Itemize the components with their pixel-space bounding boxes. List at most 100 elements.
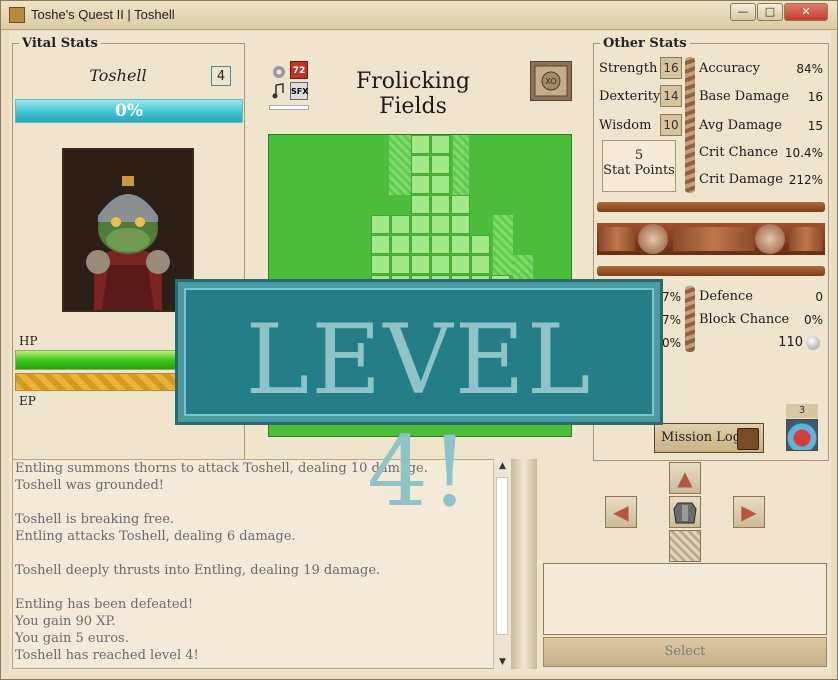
- player-name: Toshell: [89, 66, 147, 85]
- calendar-icon[interactable]: 72: [290, 61, 308, 79]
- map-tile: [411, 195, 430, 214]
- map-tile: [411, 175, 430, 194]
- mission-log-button[interactable]: Mission Log: [654, 423, 764, 453]
- map-tile: [411, 215, 430, 234]
- map-tile: [451, 235, 470, 254]
- defence-value: 0: [815, 290, 823, 304]
- strength-value[interactable]: 16: [660, 57, 682, 79]
- other-stats-legend: Other Stats: [600, 36, 690, 51]
- move-right-button[interactable]: ▶: [733, 496, 765, 528]
- stat-points-count: 5: [634, 148, 644, 163]
- level-up-text: LEVEL 4!: [245, 304, 593, 528]
- minimize-button[interactable]: —: [730, 3, 756, 21]
- wisdom-label: Wisdom: [599, 118, 652, 133]
- sfx-toggle-icon[interactable]: SFX: [290, 82, 308, 100]
- gear-icon[interactable]: [270, 63, 288, 81]
- medallion-icon: [638, 224, 668, 254]
- ornament-panel: [789, 227, 823, 251]
- log-line: Entling attacks Toshell, dealing 6 damag…: [15, 529, 296, 544]
- map-tile: [431, 255, 450, 274]
- base-damage-value: 16: [807, 90, 823, 104]
- window-title: Toshe's Quest II | Toshell: [31, 7, 175, 22]
- map-fringe: [493, 215, 513, 275]
- maximize-button[interactable]: □: [757, 3, 783, 21]
- rope-divider: [685, 286, 695, 352]
- dexterity-value[interactable]: 14: [660, 85, 682, 107]
- vital-stats-legend: Vital Stats: [19, 36, 101, 51]
- level-up-banner-inner: LEVEL 4!: [184, 288, 654, 528]
- map-tile: [411, 235, 430, 254]
- crit-chance-label: Crit Chance: [699, 145, 779, 160]
- map-tile: [451, 215, 470, 234]
- map-fringe: [453, 135, 469, 195]
- select-button[interactable]: Select: [543, 637, 827, 667]
- music-note-icon[interactable]: [270, 82, 288, 100]
- arrow-up-icon: ▲: [677, 466, 693, 490]
- ornament-bar: [597, 202, 825, 212]
- log-line: You gain 5 euros.: [15, 631, 129, 646]
- svg-text:XO: XO: [545, 77, 556, 86]
- armor-icon: [673, 502, 697, 524]
- move-up-button[interactable]: ▲: [669, 462, 701, 494]
- map-tile: [391, 215, 410, 234]
- map-tile: [451, 195, 470, 214]
- medallion-icon: [755, 224, 785, 254]
- map-tile: [431, 135, 450, 154]
- level-box: 4: [211, 66, 231, 86]
- map-tile: [431, 195, 450, 214]
- avg-damage-value: 15: [807, 119, 823, 133]
- map-tile: [371, 255, 390, 274]
- log-line: You gain 90 XP.: [15, 614, 116, 629]
- map-icon: XO: [534, 65, 568, 97]
- map-tile: [431, 215, 450, 234]
- stat-points-label: Stat Points: [603, 163, 675, 178]
- map-tile: [411, 135, 430, 154]
- crit-chance-value: 10.4%: [784, 146, 823, 160]
- info-box: [543, 563, 827, 635]
- strength-label: Strength: [599, 61, 658, 76]
- equipment-button[interactable]: [669, 496, 701, 528]
- dexterity-label: Dexterity: [599, 89, 661, 104]
- log-line: Entling has been defeated!: [15, 597, 194, 612]
- crit-damage-value: 212%: [788, 173, 823, 187]
- map-tile: [471, 255, 490, 274]
- book-icon: [737, 428, 759, 450]
- game-window: Toshe's Quest II | Toshell — □ ✕ Vital S…: [0, 0, 838, 680]
- accuracy-value: 84%: [796, 62, 823, 76]
- xp-bar: 0%: [15, 99, 243, 123]
- close-button[interactable]: ✕: [784, 3, 828, 21]
- map-tile: [451, 255, 470, 274]
- coin-icon: [806, 336, 820, 350]
- ornament-bar: [597, 266, 825, 276]
- stat-points-box: 5 Stat Points: [602, 140, 676, 192]
- mission-log-label: Mission Log: [661, 430, 742, 445]
- potion-icon[interactable]: [786, 419, 818, 451]
- rope-divider: [685, 57, 695, 193]
- hp-label: HP: [19, 334, 38, 348]
- move-down-button[interactable]: [669, 530, 701, 562]
- wisdom-value[interactable]: 10: [660, 114, 682, 136]
- map-tile: [371, 215, 390, 234]
- game-content: Vital Stats Toshell 4 0% HP EP 72 SFX Fr…: [9, 31, 831, 675]
- coin-count: 110: [778, 335, 803, 350]
- map-tile: [391, 255, 410, 274]
- map-button[interactable]: XO: [530, 61, 572, 101]
- log-line: Toshell has reached level 4!: [15, 648, 199, 663]
- ornament-panel: [673, 227, 755, 251]
- map-tile: [431, 175, 450, 194]
- map-tile: [391, 235, 410, 254]
- map-tile: [431, 235, 450, 254]
- log-line: Toshell deeply thrusts into Entling, dea…: [15, 563, 381, 578]
- arrow-right-icon: ▶: [741, 500, 757, 524]
- volume-slider[interactable]: [269, 105, 309, 110]
- block-chance-value: 0%: [803, 313, 823, 327]
- app-icon: [9, 7, 25, 23]
- level-up-banner: LEVEL 4!: [175, 279, 663, 528]
- location-title: Frolicking Fields: [355, 69, 471, 119]
- title-bar: Toshe's Quest II | Toshell — □ ✕: [1, 1, 837, 30]
- scroll-down-icon[interactable]: ▼: [494, 655, 511, 669]
- ep-label: EP: [19, 394, 36, 408]
- defence-label: Defence: [699, 289, 753, 304]
